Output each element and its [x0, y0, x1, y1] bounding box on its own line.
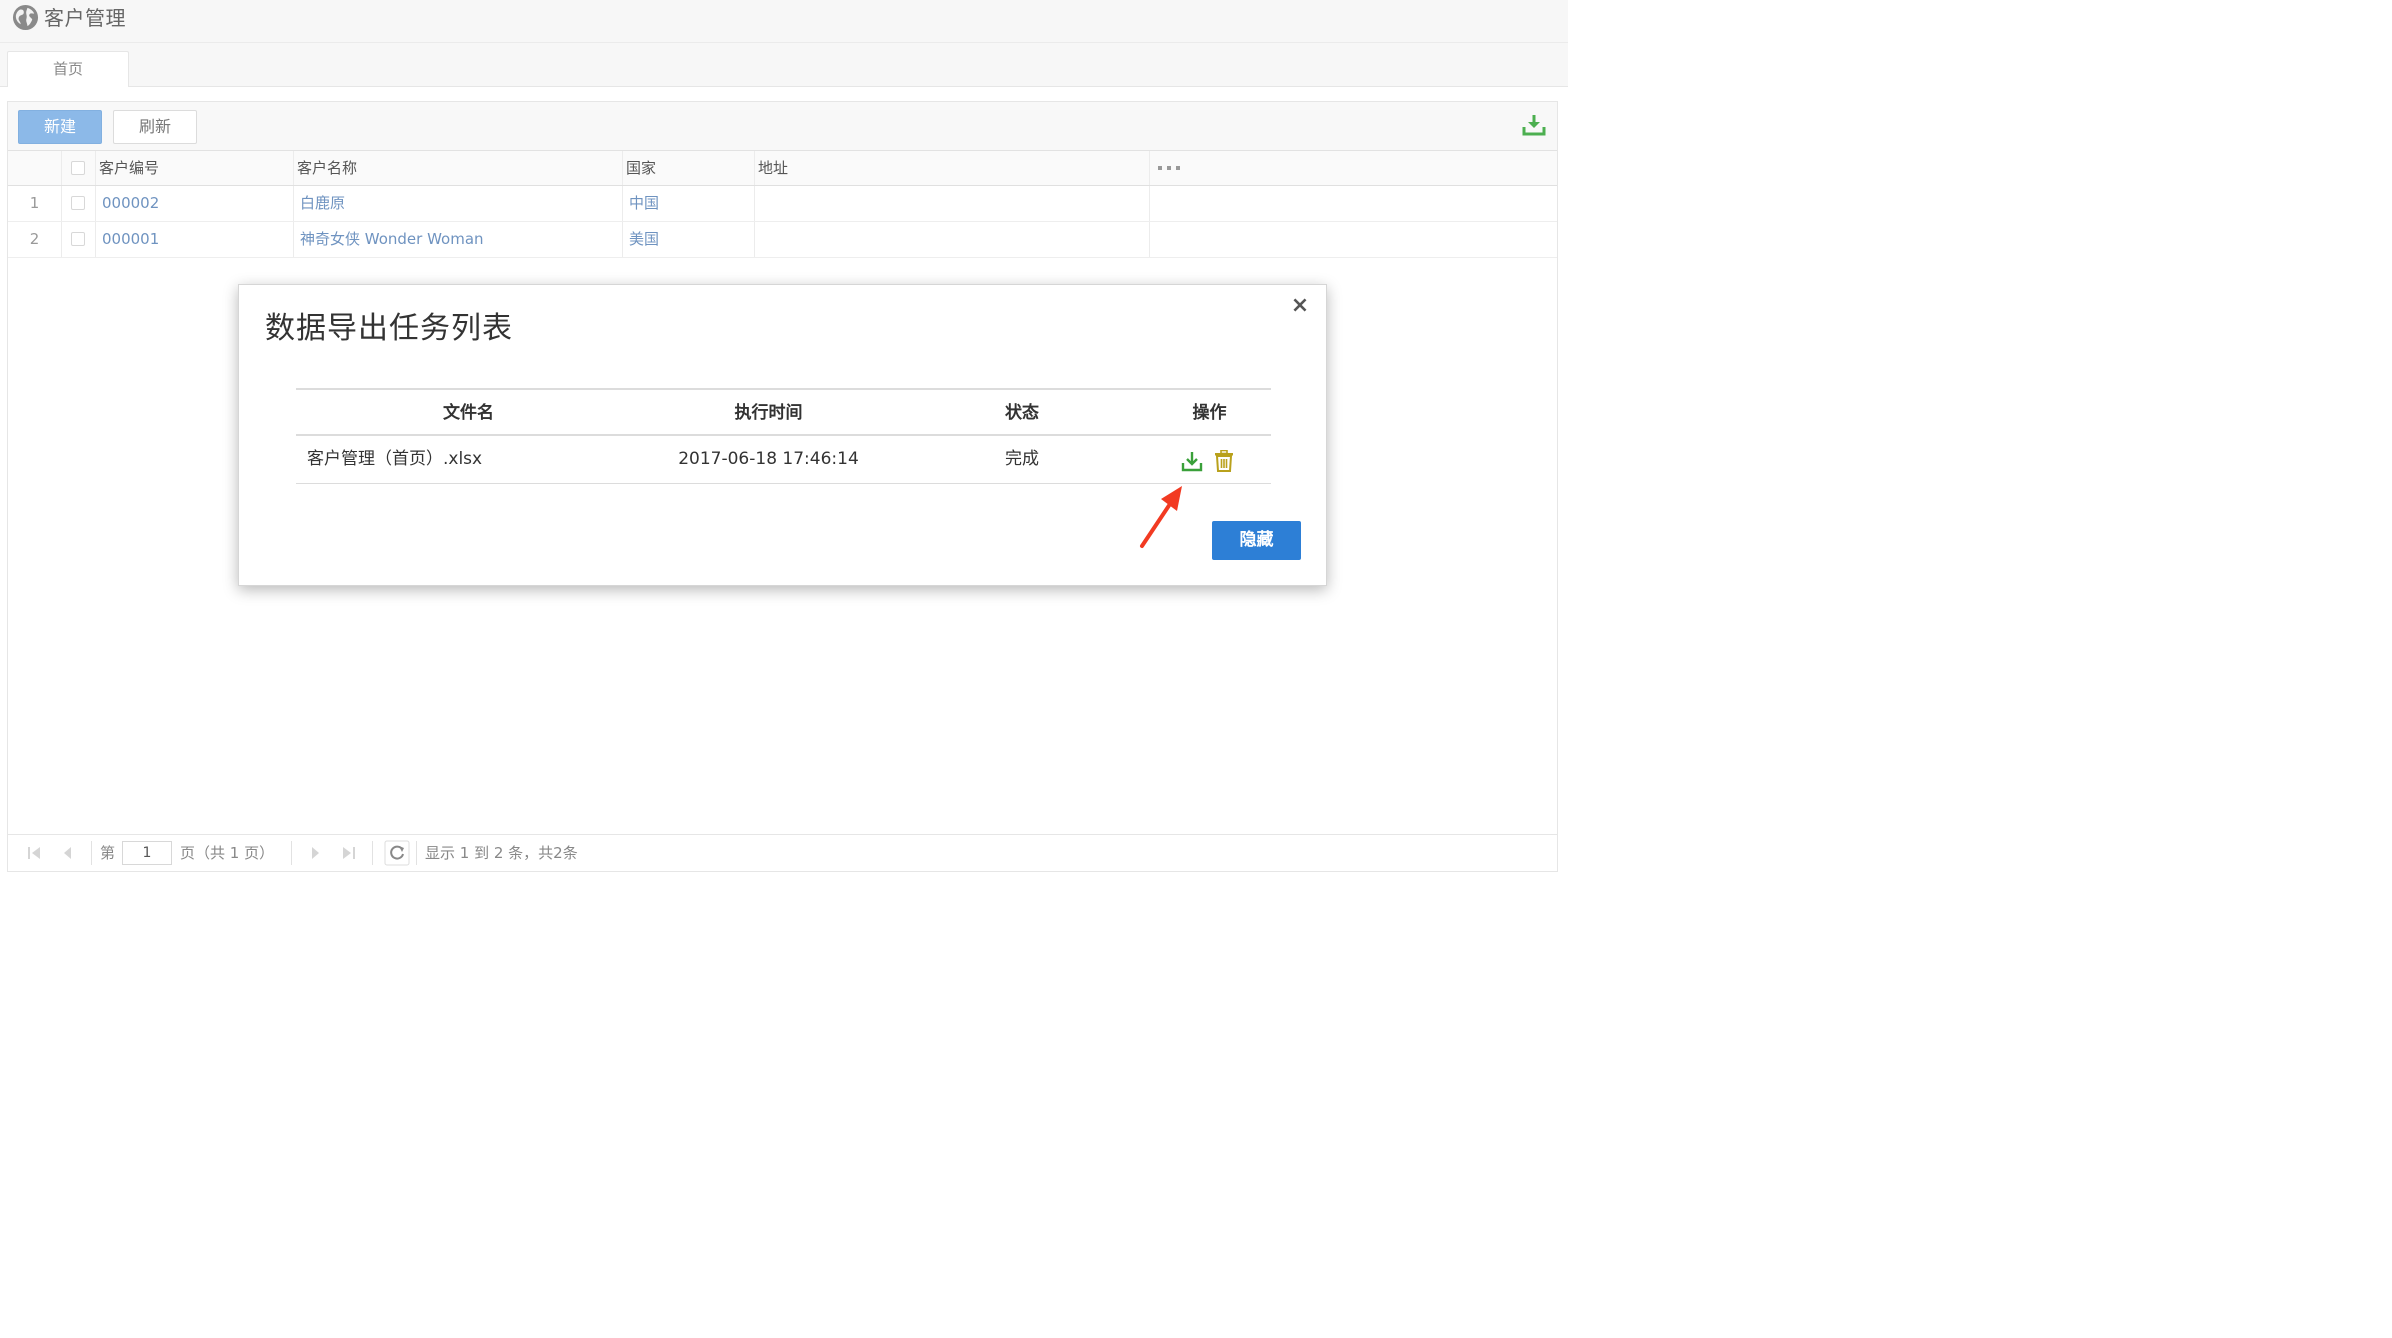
customer-name[interactable]: 神奇女侠 Wonder Woman: [294, 222, 623, 257]
export-download-icon[interactable]: [1521, 112, 1547, 138]
last-page-icon[interactable]: [339, 842, 359, 864]
trash-icon[interactable]: [1214, 450, 1234, 472]
select-all-cell: [62, 151, 96, 185]
more-icon: [1158, 166, 1180, 170]
refresh-button[interactable]: 刷新: [113, 110, 197, 144]
pager: 第 页（共 1 页） 显示 1 到 2 条，共2条: [8, 834, 1557, 871]
row-filler: [1150, 222, 1559, 257]
row-select-cell: [62, 222, 96, 257]
column-header-address[interactable]: 地址: [755, 151, 1150, 185]
dialog-title: 数据导出任务列表: [265, 311, 513, 346]
customer-code[interactable]: 000001: [96, 222, 294, 257]
customer-address: [755, 222, 1150, 257]
globe-icon: [12, 4, 39, 31]
new-button[interactable]: 新建: [18, 110, 102, 144]
download-icon[interactable]: [1181, 450, 1203, 472]
export-status: 完成: [1005, 449, 1039, 469]
pager-divider: [416, 841, 417, 865]
customer-country[interactable]: 中国: [623, 186, 755, 221]
row-checkbox[interactable]: [71, 232, 85, 246]
hide-button[interactable]: 隐藏: [1212, 521, 1301, 560]
export-task-row: 客户管理（首页）.xlsx 2017-06-18 17:46:14 完成: [296, 436, 1271, 484]
customer-code[interactable]: 000002: [96, 186, 294, 221]
app-title: 客户管理: [44, 6, 126, 30]
export-time: 2017-06-18 17:46:14: [678, 449, 859, 469]
column-header-time: 执行时间: [734, 403, 803, 423]
refresh-icon[interactable]: [384, 840, 410, 866]
column-header-ops: 操作: [1192, 403, 1227, 423]
prev-page-icon[interactable]: [58, 842, 78, 864]
column-header-country[interactable]: 国家: [623, 151, 755, 185]
first-page-icon[interactable]: [24, 842, 44, 864]
row-index: 2: [8, 222, 62, 257]
customer-name[interactable]: 白鹿原: [294, 186, 623, 221]
toolbar: 新建 刷新: [8, 102, 1557, 151]
column-header-code[interactable]: 客户编号: [96, 151, 294, 185]
pager-summary: 显示 1 到 2 条，共2条: [425, 844, 578, 862]
column-header-filename: 文件名: [443, 403, 494, 423]
column-more[interactable]: [1150, 151, 1559, 185]
column-header-status: 状态: [1005, 403, 1039, 423]
grid-header-row: 客户编号 客户名称 国家 地址: [8, 151, 1557, 186]
page-number-input[interactable]: [122, 841, 172, 865]
annotation-arrow-icon: [1140, 486, 1182, 548]
export-table-header: 文件名 执行时间 状态 操作: [296, 388, 1271, 436]
table-row[interactable]: 1 000002 白鹿原 中国: [8, 186, 1557, 222]
pager-divider: [291, 841, 292, 865]
pager-divider: [91, 841, 92, 865]
export-task-table: 文件名 执行时间 状态 操作 客户管理（首页）.xlsx 2017-06-18 …: [296, 388, 1271, 484]
tab-home[interactable]: 首页: [7, 51, 129, 87]
next-page-icon[interactable]: [305, 842, 325, 864]
tab-bar: 首页: [0, 43, 1568, 87]
column-header-name[interactable]: 客户名称: [294, 151, 623, 185]
row-filler: [1150, 186, 1559, 221]
app-header: 客户管理: [0, 0, 1568, 43]
index-header: [8, 151, 62, 185]
pager-divider: [372, 841, 373, 865]
close-icon[interactable]: ×: [1290, 295, 1310, 317]
customer-grid: 客户编号 客户名称 国家 地址 1 000002 白鹿原 中国 2 000001…: [8, 151, 1557, 258]
export-filename: 客户管理（首页）.xlsx: [307, 449, 483, 469]
customer-country[interactable]: 美国: [623, 222, 755, 257]
row-index: 1: [8, 186, 62, 221]
customer-address: [755, 186, 1150, 221]
select-all-checkbox[interactable]: [71, 161, 85, 175]
row-select-cell: [62, 186, 96, 221]
page-prefix: 第: [100, 844, 116, 862]
row-checkbox[interactable]: [71, 196, 85, 210]
table-row[interactable]: 2 000001 神奇女侠 Wonder Woman 美国: [8, 222, 1557, 258]
page-suffix: 页（共 1 页）: [180, 844, 275, 862]
